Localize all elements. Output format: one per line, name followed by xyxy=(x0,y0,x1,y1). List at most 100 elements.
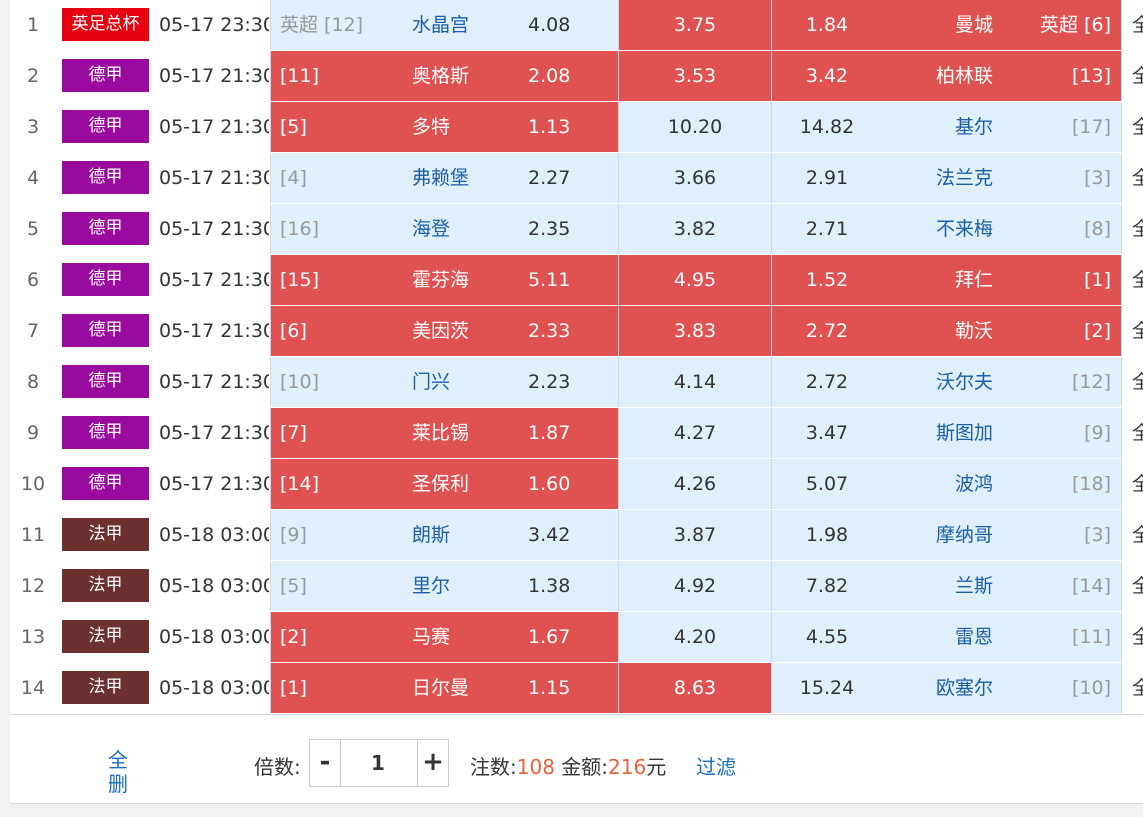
home-win-option[interactable]: [9] 朗斯 3.42 xyxy=(270,510,619,560)
home-win-option[interactable]: [6] 美因茨 2.33 xyxy=(270,306,619,356)
home-win-option[interactable]: [1] 日尔曼 1.15 xyxy=(270,663,619,713)
away-win-option[interactable]: 1.98 摩纳哥 [3] xyxy=(772,510,1122,560)
filter-link[interactable]: 过滤 xyxy=(696,751,736,780)
draw-option[interactable]: 10.20 xyxy=(619,102,772,152)
away-win-option[interactable]: 5.07 波鸿 [18] xyxy=(772,459,1122,509)
away-team: 摩纳哥 xyxy=(935,524,993,546)
home-win-option[interactable]: [4] 弗赖堡 2.27 xyxy=(270,153,619,203)
multiplier-input[interactable] xyxy=(341,740,415,786)
draw-option[interactable]: 3.53 xyxy=(619,51,772,101)
increase-button[interactable]: + xyxy=(417,740,448,786)
home-win-option[interactable]: [16] 海登 2.35 xyxy=(270,204,619,254)
league-badge[interactable]: 英足总杯 xyxy=(62,8,149,41)
league-cell: 法甲 xyxy=(56,612,152,662)
away-team: 沃尔夫 xyxy=(935,371,993,393)
all-options-toggle[interactable]: 全 xyxy=(1132,102,1143,152)
match-row: 5 德甲 05-17 21:30 [16] 海登 2.35 3.82 2.71 不来梅 [8] 全 xyxy=(10,204,1143,256)
league-badge[interactable]: 法甲 xyxy=(62,620,149,653)
away-win-option[interactable]: 14.82 基尔 [17] xyxy=(772,102,1122,152)
away-team: 雷恩 xyxy=(954,626,993,648)
draw-option[interactable]: 8.63 xyxy=(619,663,772,713)
home-odds: 2.35 xyxy=(528,218,571,240)
league-cell: 德甲 xyxy=(56,357,152,407)
all-options-toggle[interactable]: 全 xyxy=(1132,663,1143,713)
clear-all-button[interactable]: 全删 xyxy=(100,748,136,796)
away-win-option[interactable]: 3.47 斯图加 [9] xyxy=(772,408,1122,458)
home-win-option[interactable]: [10] 门兴 2.23 xyxy=(270,357,619,407)
league-badge[interactable]: 法甲 xyxy=(62,671,149,704)
home-win-option[interactable]: [14] 圣保利 1.60 xyxy=(270,459,619,509)
league-badge[interactable]: 法甲 xyxy=(62,569,149,602)
league-cell: 英足总杯 xyxy=(56,0,152,50)
league-badge[interactable]: 德甲 xyxy=(62,59,149,92)
away-win-option[interactable]: 15.24 欧塞尔 [10] xyxy=(772,663,1122,713)
draw-option[interactable]: 4.14 xyxy=(619,357,772,407)
league-badge[interactable]: 德甲 xyxy=(62,365,149,398)
all-options-toggle[interactable]: 全 xyxy=(1132,255,1143,305)
away-win-option[interactable]: 1.52 拜仁 [1] xyxy=(772,255,1122,305)
draw-option[interactable]: 4.27 xyxy=(619,408,772,458)
home-odds: 2.08 xyxy=(528,65,571,87)
league-badge[interactable]: 德甲 xyxy=(62,314,149,347)
all-options-toggle[interactable]: 全 xyxy=(1132,357,1143,407)
match-row: 11 法甲 05-18 03:00 [9] 朗斯 3.42 3.87 1.98 摩纳哥 [3] 全 xyxy=(10,510,1143,562)
home-team: 奥格斯 xyxy=(412,65,470,87)
draw-option[interactable]: 4.20 xyxy=(619,612,772,662)
away-win-option[interactable]: 2.91 法兰克 [3] xyxy=(772,153,1122,203)
draw-option[interactable]: 3.66 xyxy=(619,153,772,203)
home-win-option[interactable]: [11] 奥格斯 2.08 xyxy=(270,51,619,101)
home-win-option[interactable]: [15] 霍芬海 5.11 xyxy=(270,255,619,305)
draw-option[interactable]: 3.83 xyxy=(619,306,772,356)
amount-value: 216 xyxy=(608,755,647,779)
home-win-option[interactable]: 英超 [12] 水晶宫 4.08 xyxy=(270,0,619,50)
home-odds: 1.60 xyxy=(528,473,571,495)
all-options-toggle[interactable]: 全 xyxy=(1132,459,1143,509)
away-win-option[interactable]: 2.72 沃尔夫 [12] xyxy=(772,357,1122,407)
league-badge[interactable]: 德甲 xyxy=(62,212,149,245)
home-win-option[interactable]: [5] 里尔 1.38 xyxy=(270,561,619,611)
away-win-option[interactable]: 1.84 曼城 英超 [6] xyxy=(772,0,1122,50)
home-win-option[interactable]: [7] 莱比锡 1.87 xyxy=(270,408,619,458)
draw-option[interactable]: 3.75 xyxy=(619,0,772,50)
home-team: 霍芬海 xyxy=(412,269,470,291)
all-options-toggle[interactable]: 全 xyxy=(1132,561,1143,611)
draw-option[interactable]: 4.26 xyxy=(619,459,772,509)
away-rank: [3] xyxy=(1084,167,1111,189)
league-badge[interactable]: 德甲 xyxy=(62,263,149,296)
match-time: 05-17 21:30 xyxy=(159,116,269,138)
decrease-button[interactable]: - xyxy=(310,740,341,786)
home-win-option[interactable]: [5] 多特 1.13 xyxy=(270,102,619,152)
away-odds: 1.52 xyxy=(805,269,849,291)
draw-option[interactable]: 4.95 xyxy=(619,255,772,305)
league-badge[interactable]: 德甲 xyxy=(62,161,149,194)
match-number: 14 xyxy=(20,677,46,699)
away-team: 欧塞尔 xyxy=(935,677,993,699)
away-win-option[interactable]: 4.55 雷恩 [11] xyxy=(772,612,1122,662)
away-rank: [12] xyxy=(1071,371,1111,393)
league-badge[interactable]: 德甲 xyxy=(62,110,149,143)
all-options-toggle[interactable]: 全 xyxy=(1132,408,1143,458)
draw-option[interactable]: 3.82 xyxy=(619,204,772,254)
league-badge[interactable]: 法甲 xyxy=(62,518,149,551)
league-badge[interactable]: 德甲 xyxy=(62,416,149,449)
away-win-option[interactable]: 2.72 勒沃 [2] xyxy=(772,306,1122,356)
league-badge[interactable]: 德甲 xyxy=(62,467,149,500)
all-options-toggle[interactable]: 全 xyxy=(1132,204,1143,254)
all-options-toggle[interactable]: 全 xyxy=(1132,153,1143,203)
match-time: 05-18 03:00 xyxy=(159,626,269,648)
all-options-toggle[interactable]: 全 xyxy=(1132,306,1143,356)
all-options-toggle[interactable]: 全 xyxy=(1132,612,1143,662)
draw-option[interactable]: 4.92 xyxy=(619,561,772,611)
bet-footer: 全删 倍数: - + 注数:108 金额:216元 过滤 xyxy=(10,714,1143,804)
all-options-toggle[interactable]: 全 xyxy=(1132,0,1143,50)
home-rank: [7] xyxy=(280,422,307,444)
draw-option[interactable]: 3.87 xyxy=(619,510,772,560)
away-win-option[interactable]: 7.82 兰斯 [14] xyxy=(772,561,1122,611)
home-odds: 3.42 xyxy=(528,524,571,546)
away-win-option[interactable]: 2.71 不来梅 [8] xyxy=(772,204,1122,254)
multiplier-label: 倍数: xyxy=(254,755,301,779)
away-win-option[interactable]: 3.42 柏林联 [13] xyxy=(772,51,1122,101)
all-options-toggle[interactable]: 全 xyxy=(1132,51,1143,101)
home-win-option[interactable]: [2] 马赛 1.67 xyxy=(270,612,619,662)
all-options-toggle[interactable]: 全 xyxy=(1132,510,1143,560)
